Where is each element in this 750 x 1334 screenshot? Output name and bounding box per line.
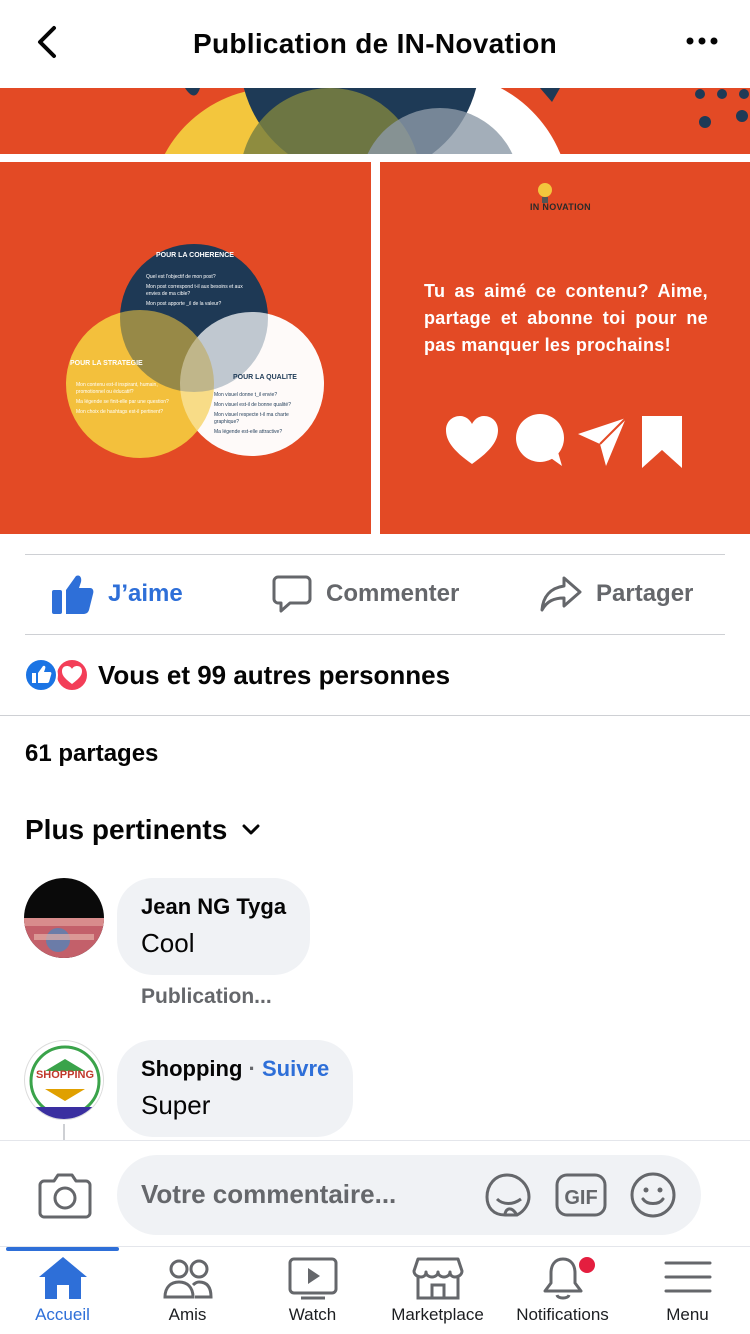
nav-label: Watch xyxy=(288,1305,337,1324)
shares-count[interactable]: 61 partages xyxy=(25,740,158,768)
like-label: J’aime xyxy=(108,580,183,607)
nav-menu[interactable]: Menu xyxy=(625,1255,750,1325)
venn-qualite-text: Mon visuel donne t_il envie? Mon visuel … xyxy=(214,392,291,435)
watch-icon xyxy=(288,1257,337,1300)
share-arrow-icon xyxy=(540,576,582,612)
bookmark-icon xyxy=(642,416,682,468)
nav-home[interactable]: Accueil xyxy=(0,1255,125,1325)
comment-author[interactable]: Shopping xyxy=(141,1056,242,1081)
home-icon xyxy=(38,1257,87,1299)
nav-label: Marketplace xyxy=(391,1305,484,1324)
comment-placeholder: Votre commentaire... xyxy=(141,1179,397,1209)
avatar[interactable] xyxy=(24,878,104,958)
notification-badge xyxy=(579,1257,595,1273)
nav-marketplace[interactable]: Marketplace xyxy=(375,1255,500,1325)
heart-icon xyxy=(446,416,498,464)
bottom-nav: Accueil Amis Watch Marketplace Notificat… xyxy=(0,1246,750,1334)
divider xyxy=(25,554,725,555)
more-options-icon[interactable] xyxy=(684,28,720,54)
comment-text: Cool xyxy=(141,928,195,958)
follow-button[interactable]: Suivre xyxy=(262,1056,329,1081)
nav-label: Amis xyxy=(168,1305,207,1324)
venn-strategie-text: Mon contenu est-il inspirant, humain, pr… xyxy=(76,382,169,415)
comment-input[interactable]: Votre commentaire... GIF xyxy=(117,1155,701,1235)
post-actions: J’aime Commenter Partager xyxy=(0,556,750,634)
venn-coherence-title: POUR LA COHERENCE xyxy=(156,252,234,259)
comment-author[interactable]: Jean NG Tyga xyxy=(141,894,286,920)
back-arrow-icon[interactable] xyxy=(30,22,66,62)
post-image-top[interactable] xyxy=(0,88,750,154)
share-button[interactable]: Partager xyxy=(540,574,693,614)
menu-icon xyxy=(664,1261,711,1293)
svg-text:GIF: GIF xyxy=(564,1187,597,1209)
divider xyxy=(25,634,725,635)
reactions-summary[interactable]: Vous et 99 autres personnes xyxy=(24,658,450,692)
comment-bubble[interactable]: Shopping · Suivre Super xyxy=(117,1040,354,1137)
gif-icon[interactable]: GIF xyxy=(555,1171,607,1219)
nav-label: Notifications xyxy=(516,1305,609,1324)
top-bar: Publication de IN-Novation xyxy=(0,0,750,88)
reactions-text: Vous et 99 autres personnes xyxy=(98,659,451,690)
venn-coherence-text: Quel est l'objectif de mon post? Mon pos… xyxy=(146,274,243,307)
thread-line xyxy=(63,1124,65,1140)
venn-qualite-title: POUR LA QUALITE xyxy=(233,374,297,381)
like-button[interactable]: J’aime xyxy=(52,574,183,614)
sticker-icon[interactable] xyxy=(483,1171,533,1219)
friends-icon xyxy=(162,1259,213,1299)
comment-sort-dropdown[interactable]: Plus pertinents xyxy=(25,814,261,846)
emoji-icon[interactable] xyxy=(629,1171,677,1219)
share-label: Partager xyxy=(596,580,694,607)
comment-button[interactable]: Commenter xyxy=(272,574,459,614)
speech-bubble-icon xyxy=(516,414,564,466)
nav-notifications[interactable]: Notifications xyxy=(500,1255,625,1325)
brand-logo-text: IN NOVATION xyxy=(530,202,591,212)
send-paper-plane-icon xyxy=(578,417,627,466)
nav-label: Accueil xyxy=(35,1305,90,1324)
active-tab-indicator xyxy=(6,1247,119,1251)
nav-label: Menu xyxy=(666,1305,709,1324)
chevron-down-icon xyxy=(242,824,260,835)
marketplace-icon xyxy=(412,1257,463,1300)
post-image-grid: POUR LA COHERENCE Quel est l'objectif de… xyxy=(0,162,750,534)
venn-diagram-image[interactable]: POUR LA COHERENCE Quel est l'objectif de… xyxy=(0,162,371,534)
comment-label: Commenter xyxy=(326,580,460,607)
sort-label: Plus pertinents xyxy=(25,814,228,845)
comment-text: Super xyxy=(141,1090,211,1120)
thumbs-up-icon xyxy=(52,575,94,614)
divider xyxy=(0,715,750,716)
comment-meta[interactable]: Publication... xyxy=(141,985,272,1009)
cta-image[interactable]: IN NOVATION Tu as aimé ce contenu? Aime,… xyxy=(380,162,750,534)
comment-composer: Votre commentaire... GIF xyxy=(0,1140,750,1246)
camera-icon[interactable] xyxy=(38,1171,92,1219)
reaction-icons xyxy=(24,658,88,692)
comment-bubble[interactable]: Jean NG Tyga Cool xyxy=(117,878,311,975)
nav-friends[interactable]: Amis xyxy=(125,1255,250,1325)
cta-text: Tu as aimé ce contenu? Aime, partage et … xyxy=(424,281,708,355)
page-title: Publication de IN-Novation xyxy=(192,28,558,59)
comment-icon xyxy=(272,575,312,613)
comment-header: Shopping · Suivre xyxy=(141,1056,330,1081)
venn-strategie-title: POUR LA STRATEGIE xyxy=(70,360,143,367)
avatar-label: SHOPPING xyxy=(35,1069,95,1081)
avatar[interactable]: SHOPPING xyxy=(24,1040,104,1120)
nav-watch[interactable]: Watch xyxy=(250,1255,375,1325)
